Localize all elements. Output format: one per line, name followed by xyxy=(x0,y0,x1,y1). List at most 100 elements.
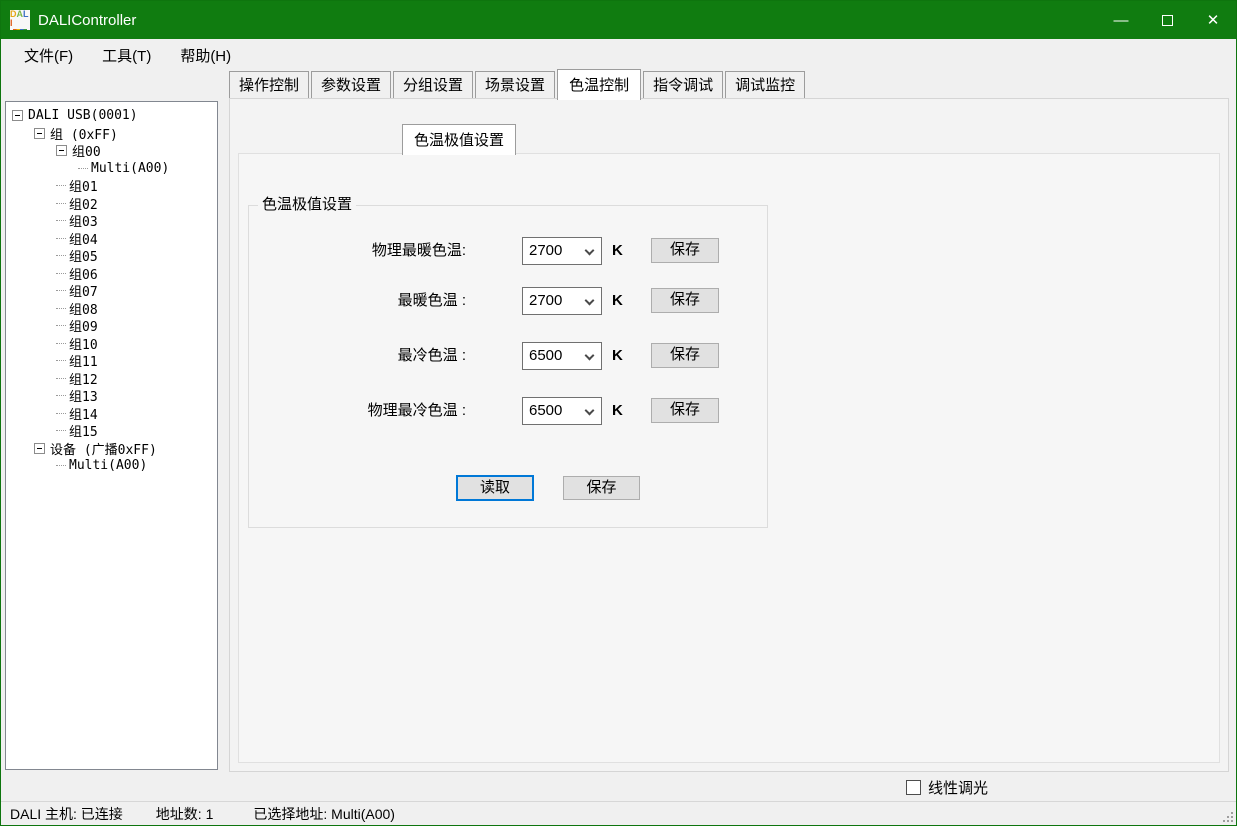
logo-color-strip xyxy=(13,29,27,30)
coolest-save-button[interactable]: 保存 xyxy=(651,343,719,368)
tab-debug-monitor[interactable]: 调试监控 xyxy=(725,71,805,99)
warmest-save-button[interactable]: 保存 xyxy=(651,288,719,313)
warmest-label: 最暖色温 : xyxy=(248,287,466,315)
collapse-icon[interactable] xyxy=(12,110,23,121)
status-selected-address: 已选择地址: Multi(A00) xyxy=(253,804,395,824)
tree-connector xyxy=(56,185,66,186)
physical-coolest-combobox[interactable]: 6500 xyxy=(522,397,602,425)
tree-node-label: 组07 xyxy=(69,281,98,300)
tab-command-debug[interactable]: 指令调试 xyxy=(643,71,723,99)
tree-node-label: 组10 xyxy=(69,334,98,353)
tree-connector xyxy=(56,273,66,274)
resize-grip-icon[interactable] xyxy=(1220,809,1233,822)
tree-node-label: 组04 xyxy=(69,229,98,248)
tree-connector xyxy=(56,203,66,204)
tree-node-dali-usb[interactable]: DALI USB(0001) xyxy=(6,107,217,125)
tree-node-label: 组08 xyxy=(69,299,98,318)
tree-connector xyxy=(56,343,66,344)
tree-connector xyxy=(56,308,66,309)
physical-warmest-combobox[interactable]: 2700 xyxy=(522,237,602,265)
collapse-icon[interactable] xyxy=(34,128,45,139)
tree-node-label: 组12 xyxy=(69,369,98,388)
close-icon[interactable]: ✕ xyxy=(1190,1,1236,39)
combo-value: 2700 xyxy=(529,292,562,309)
maximize-glyph xyxy=(1162,15,1173,26)
menu-file[interactable]: 文件(F) xyxy=(13,41,84,70)
tree-node-group12[interactable]: 组12 xyxy=(6,370,217,388)
tree-node-group06[interactable]: 组06 xyxy=(6,265,217,283)
kelvin-unit-label: K xyxy=(612,287,623,315)
warmest-combobox[interactable]: 2700 xyxy=(522,287,602,315)
tree-node-group03[interactable]: 组03 xyxy=(6,212,217,230)
tab-operation-control[interactable]: 操作控制 xyxy=(229,71,309,99)
maximize-icon[interactable] xyxy=(1144,1,1190,39)
tree-node-group14[interactable]: 组14 xyxy=(6,405,217,423)
tree-node-label: 组05 xyxy=(69,246,98,265)
tree-connector xyxy=(56,465,66,466)
tab-color-temp-control[interactable]: 色温控制 xyxy=(557,69,641,100)
menu-tools[interactable]: 工具(T) xyxy=(91,41,162,70)
combo-value: 6500 xyxy=(529,347,562,364)
minimize-icon[interactable]: — xyxy=(1098,1,1144,39)
main-tabstrip: 操作控制 参数设置 分组设置 场景设置 色温控制 指令调试 调试监控 xyxy=(229,74,807,99)
physical-warmest-label: 物理最暖色温: xyxy=(248,237,466,265)
physical-coolest-save-button[interactable]: 保存 xyxy=(651,398,719,423)
coolest-combobox[interactable]: 6500 xyxy=(522,342,602,370)
read-button[interactable]: 读取 xyxy=(456,475,534,501)
tab-scene-settings[interactable]: 场景设置 xyxy=(475,71,555,99)
coolest-row: 最冷色温 : 6500 K 保存 xyxy=(248,342,768,370)
chevron-down-icon xyxy=(585,406,595,416)
tab-grouping-settings[interactable]: 分组设置 xyxy=(393,71,473,99)
linear-dimming-checkbox[interactable] xyxy=(906,780,921,795)
tree-node-group07[interactable]: 组07 xyxy=(6,282,217,300)
tree-node-multi-a00-2[interactable]: Multi(A00) xyxy=(6,457,217,475)
menubar: 文件(F) 工具(T) 帮助(H) xyxy=(2,39,1237,71)
subtab-color-temp-extremes[interactable]: 色温极值设置 xyxy=(402,124,516,155)
statusbar: DALI 主机: 已连接 地址数: 1 已选择地址: Multi(A00) xyxy=(1,801,1236,825)
physical-warmest-save-button[interactable]: 保存 xyxy=(651,238,719,263)
physical-warmest-row: 物理最暖色温: 2700 K 保存 xyxy=(248,237,768,265)
tree-node-group11[interactable]: 组11 xyxy=(6,352,217,370)
tree-node-group05[interactable]: 组05 xyxy=(6,247,217,265)
tree-connector xyxy=(56,430,66,431)
save-all-button[interactable]: 保存 xyxy=(563,476,640,500)
combo-value: 2700 xyxy=(529,242,562,259)
coolest-label: 最冷色温 : xyxy=(248,342,466,370)
tree-node-group15[interactable]: 组15 xyxy=(6,422,217,440)
logo-letter: L xyxy=(23,10,29,19)
tree-node-group10[interactable]: 组10 xyxy=(6,335,217,353)
window-title: DALIController xyxy=(38,12,136,29)
tree-node-group02[interactable]: 组02 xyxy=(6,195,217,213)
tree-connector xyxy=(56,325,66,326)
collapse-icon[interactable] xyxy=(56,145,67,156)
tab-parameter-settings[interactable]: 参数设置 xyxy=(311,71,391,99)
tree-node-group-root[interactable]: 组 (0xFF) xyxy=(6,125,217,143)
tree-node-label: 组03 xyxy=(69,211,98,230)
logo-letter: I xyxy=(10,19,13,28)
color-temp-extremes-groupbox: 色温极值设置 物理最暖色温: 2700 K 保存 最暖色温 : 2700 K 保… xyxy=(248,196,768,528)
tree-connector xyxy=(56,238,66,239)
tree-node-label: Multi(A00) xyxy=(69,458,147,473)
tree-node-device-broadcast[interactable]: 设备 (广播0xFF) xyxy=(6,440,217,458)
tree-node-label: 组14 xyxy=(69,404,98,423)
linear-dimming-label: 线性调光 xyxy=(928,777,988,798)
tree-connector xyxy=(56,220,66,221)
tree-node-label: DALI USB(0001) xyxy=(28,108,138,123)
tree-node-label: 组15 xyxy=(69,421,98,440)
tree-node-group08[interactable]: 组08 xyxy=(6,300,217,318)
tree-node-group04[interactable]: 组04 xyxy=(6,230,217,248)
tree-node-label: 组02 xyxy=(69,194,98,213)
tree-node-label: 组13 xyxy=(69,386,98,405)
tree-node-group01[interactable]: 组01 xyxy=(6,177,217,195)
kelvin-unit-label: K xyxy=(612,342,623,370)
tree-node-group13[interactable]: 组13 xyxy=(6,387,217,405)
device-tree: DALI USB(0001) 组 (0xFF) 组00 Multi(A00) 组… xyxy=(5,101,218,770)
tree-node-multi-a00[interactable]: Multi(A00) xyxy=(6,160,217,178)
collapse-icon[interactable] xyxy=(34,443,45,454)
tree-connector xyxy=(56,395,66,396)
menu-help[interactable]: 帮助(H) xyxy=(169,41,242,70)
tree-node-group00[interactable]: 组00 xyxy=(6,142,217,160)
tree-node-label: 设备 (广播0xFF) xyxy=(50,439,157,458)
kelvin-unit-label: K xyxy=(612,397,623,425)
tree-node-group09[interactable]: 组09 xyxy=(6,317,217,335)
